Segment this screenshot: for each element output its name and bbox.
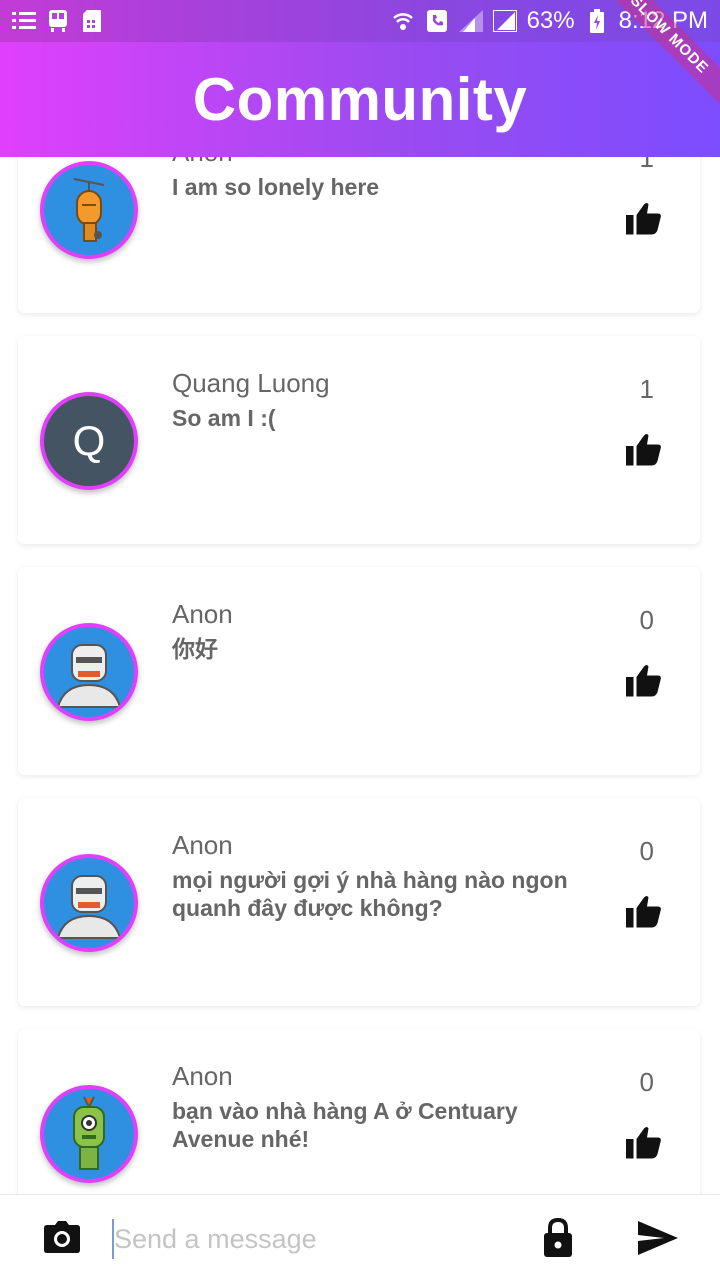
train-icon bbox=[46, 9, 70, 33]
message-text: 你好 bbox=[172, 636, 218, 662]
message-card: Anon bạn vào nhà hàng A ở Centuary Avenu… bbox=[18, 1029, 700, 1194]
thumbs-up-icon[interactable] bbox=[626, 432, 662, 466]
battery-icon bbox=[585, 9, 609, 33]
avatar-initial: Q bbox=[72, 417, 106, 464]
message-text: mọi người gợi ý nhà hàng nào ngon quanh … bbox=[172, 867, 568, 921]
phone-icon bbox=[425, 9, 449, 33]
author-name: Anon bbox=[172, 599, 233, 629]
avatar[interactable] bbox=[40, 1085, 138, 1183]
avatar[interactable] bbox=[40, 623, 138, 721]
author-name: Anon bbox=[172, 157, 233, 168]
message-input[interactable] bbox=[112, 1219, 514, 1259]
like-count: 1 bbox=[639, 374, 654, 404]
status-bar: 63% 8:12 PM bbox=[0, 0, 720, 42]
like-count: 0 bbox=[639, 605, 654, 635]
thumbs-up-icon[interactable] bbox=[626, 894, 662, 928]
robot-avatar-icon bbox=[73, 1096, 105, 1170]
signal-icon bbox=[458, 9, 483, 33]
sim-icon bbox=[80, 9, 104, 33]
camera-icon[interactable] bbox=[44, 1221, 80, 1253]
robot-avatar-icon bbox=[73, 178, 105, 242]
avatar[interactable] bbox=[40, 161, 138, 259]
author-name: Anon bbox=[172, 830, 233, 860]
like-count: 0 bbox=[639, 1067, 654, 1097]
message-card: Anon mọi người gợi ý nhà hàng nào ngon q… bbox=[18, 798, 700, 1006]
signal-icon bbox=[492, 9, 517, 33]
send-icon[interactable] bbox=[638, 1221, 678, 1255]
author-name: Quang Luong bbox=[172, 368, 330, 398]
robot-avatar-icon bbox=[56, 875, 122, 939]
message-card: Q Quang Luong So am I :( 1 bbox=[18, 336, 700, 544]
message-text: bạn vào nhà hàng A ở Centuary Avenue nhé… bbox=[172, 1098, 518, 1152]
thumbs-up-icon[interactable] bbox=[626, 663, 662, 697]
status-left bbox=[12, 9, 104, 33]
robot-avatar-icon bbox=[56, 644, 122, 708]
thumbs-up-icon[interactable] bbox=[626, 1125, 662, 1159]
message-list[interactable]: Anon I am so lonely here 1 Q Quang Luong… bbox=[0, 157, 720, 1194]
app-bar: Community bbox=[0, 42, 720, 157]
author-name: Anon bbox=[172, 1061, 233, 1091]
like-count: 0 bbox=[639, 836, 654, 866]
battery-percent: 63% bbox=[526, 7, 575, 34]
message-text: I am so lonely here bbox=[172, 174, 380, 200]
wifi-call-icon bbox=[391, 9, 415, 33]
message-card: Anon I am so lonely here 1 bbox=[18, 157, 700, 313]
avatar[interactable]: Q bbox=[40, 392, 138, 490]
message-composer bbox=[0, 1194, 720, 1281]
like-count: 1 bbox=[639, 157, 654, 173]
list-icon bbox=[12, 9, 36, 33]
page-title: Community bbox=[192, 66, 528, 133]
thumbs-up-icon[interactable] bbox=[626, 201, 662, 235]
lock-icon[interactable] bbox=[542, 1217, 574, 1257]
message-text: So am I :( bbox=[172, 405, 276, 431]
avatar[interactable] bbox=[40, 854, 138, 952]
message-card: Anon 你好 0 bbox=[18, 567, 700, 775]
